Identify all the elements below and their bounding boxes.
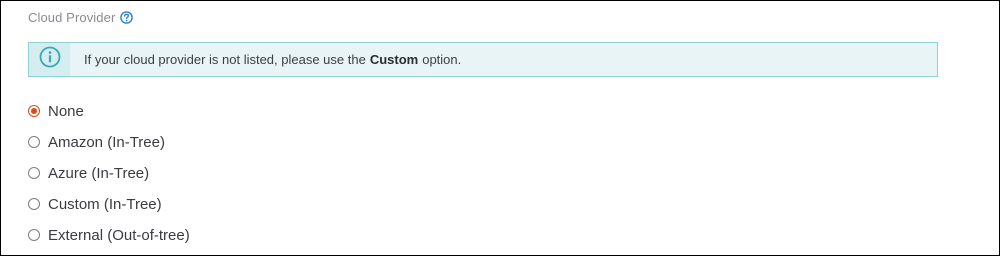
radio-label: None (48, 102, 84, 120)
info-circle-icon (39, 46, 61, 73)
info-banner: If your cloud provider is not listed, pl… (28, 42, 938, 77)
cloud-provider-panel: Cloud Provider If your cloud provider is… (0, 0, 1000, 256)
radio-label: Azure (In-Tree) (48, 164, 150, 182)
radio-button[interactable] (28, 229, 40, 241)
section-title: Cloud Provider (28, 9, 116, 25)
radio-label: Amazon (In-Tree) (48, 133, 165, 151)
radio-button[interactable] (28, 198, 40, 210)
banner-icon-cell (29, 43, 70, 76)
radio-option-external[interactable]: External (Out-of-tree) (28, 225, 190, 245)
radio-label: External (Out-of-tree) (48, 226, 190, 244)
radio-label: Custom (In-Tree) (48, 195, 162, 213)
radio-button[interactable] (28, 136, 40, 148)
radio-option-azure[interactable]: Azure (In-Tree) (28, 163, 149, 183)
banner-text-before: If your cloud provider is not listed, pl… (84, 52, 366, 67)
radio-button[interactable] (28, 167, 40, 179)
radio-button-checked[interactable] (28, 105, 40, 117)
banner-message: If your cloud provider is not listed, pl… (70, 43, 461, 76)
banner-text-bold: Custom (369, 52, 419, 67)
question-circle-icon[interactable] (120, 10, 134, 24)
section-header: Cloud Provider (28, 9, 134, 25)
banner-text-after: option. (422, 52, 462, 67)
radio-option-custom[interactable]: Custom (In-Tree) (28, 194, 162, 214)
radio-option-none[interactable]: None (28, 101, 84, 121)
radio-dot (31, 108, 37, 114)
radio-option-amazon[interactable]: Amazon (In-Tree) (28, 132, 165, 152)
